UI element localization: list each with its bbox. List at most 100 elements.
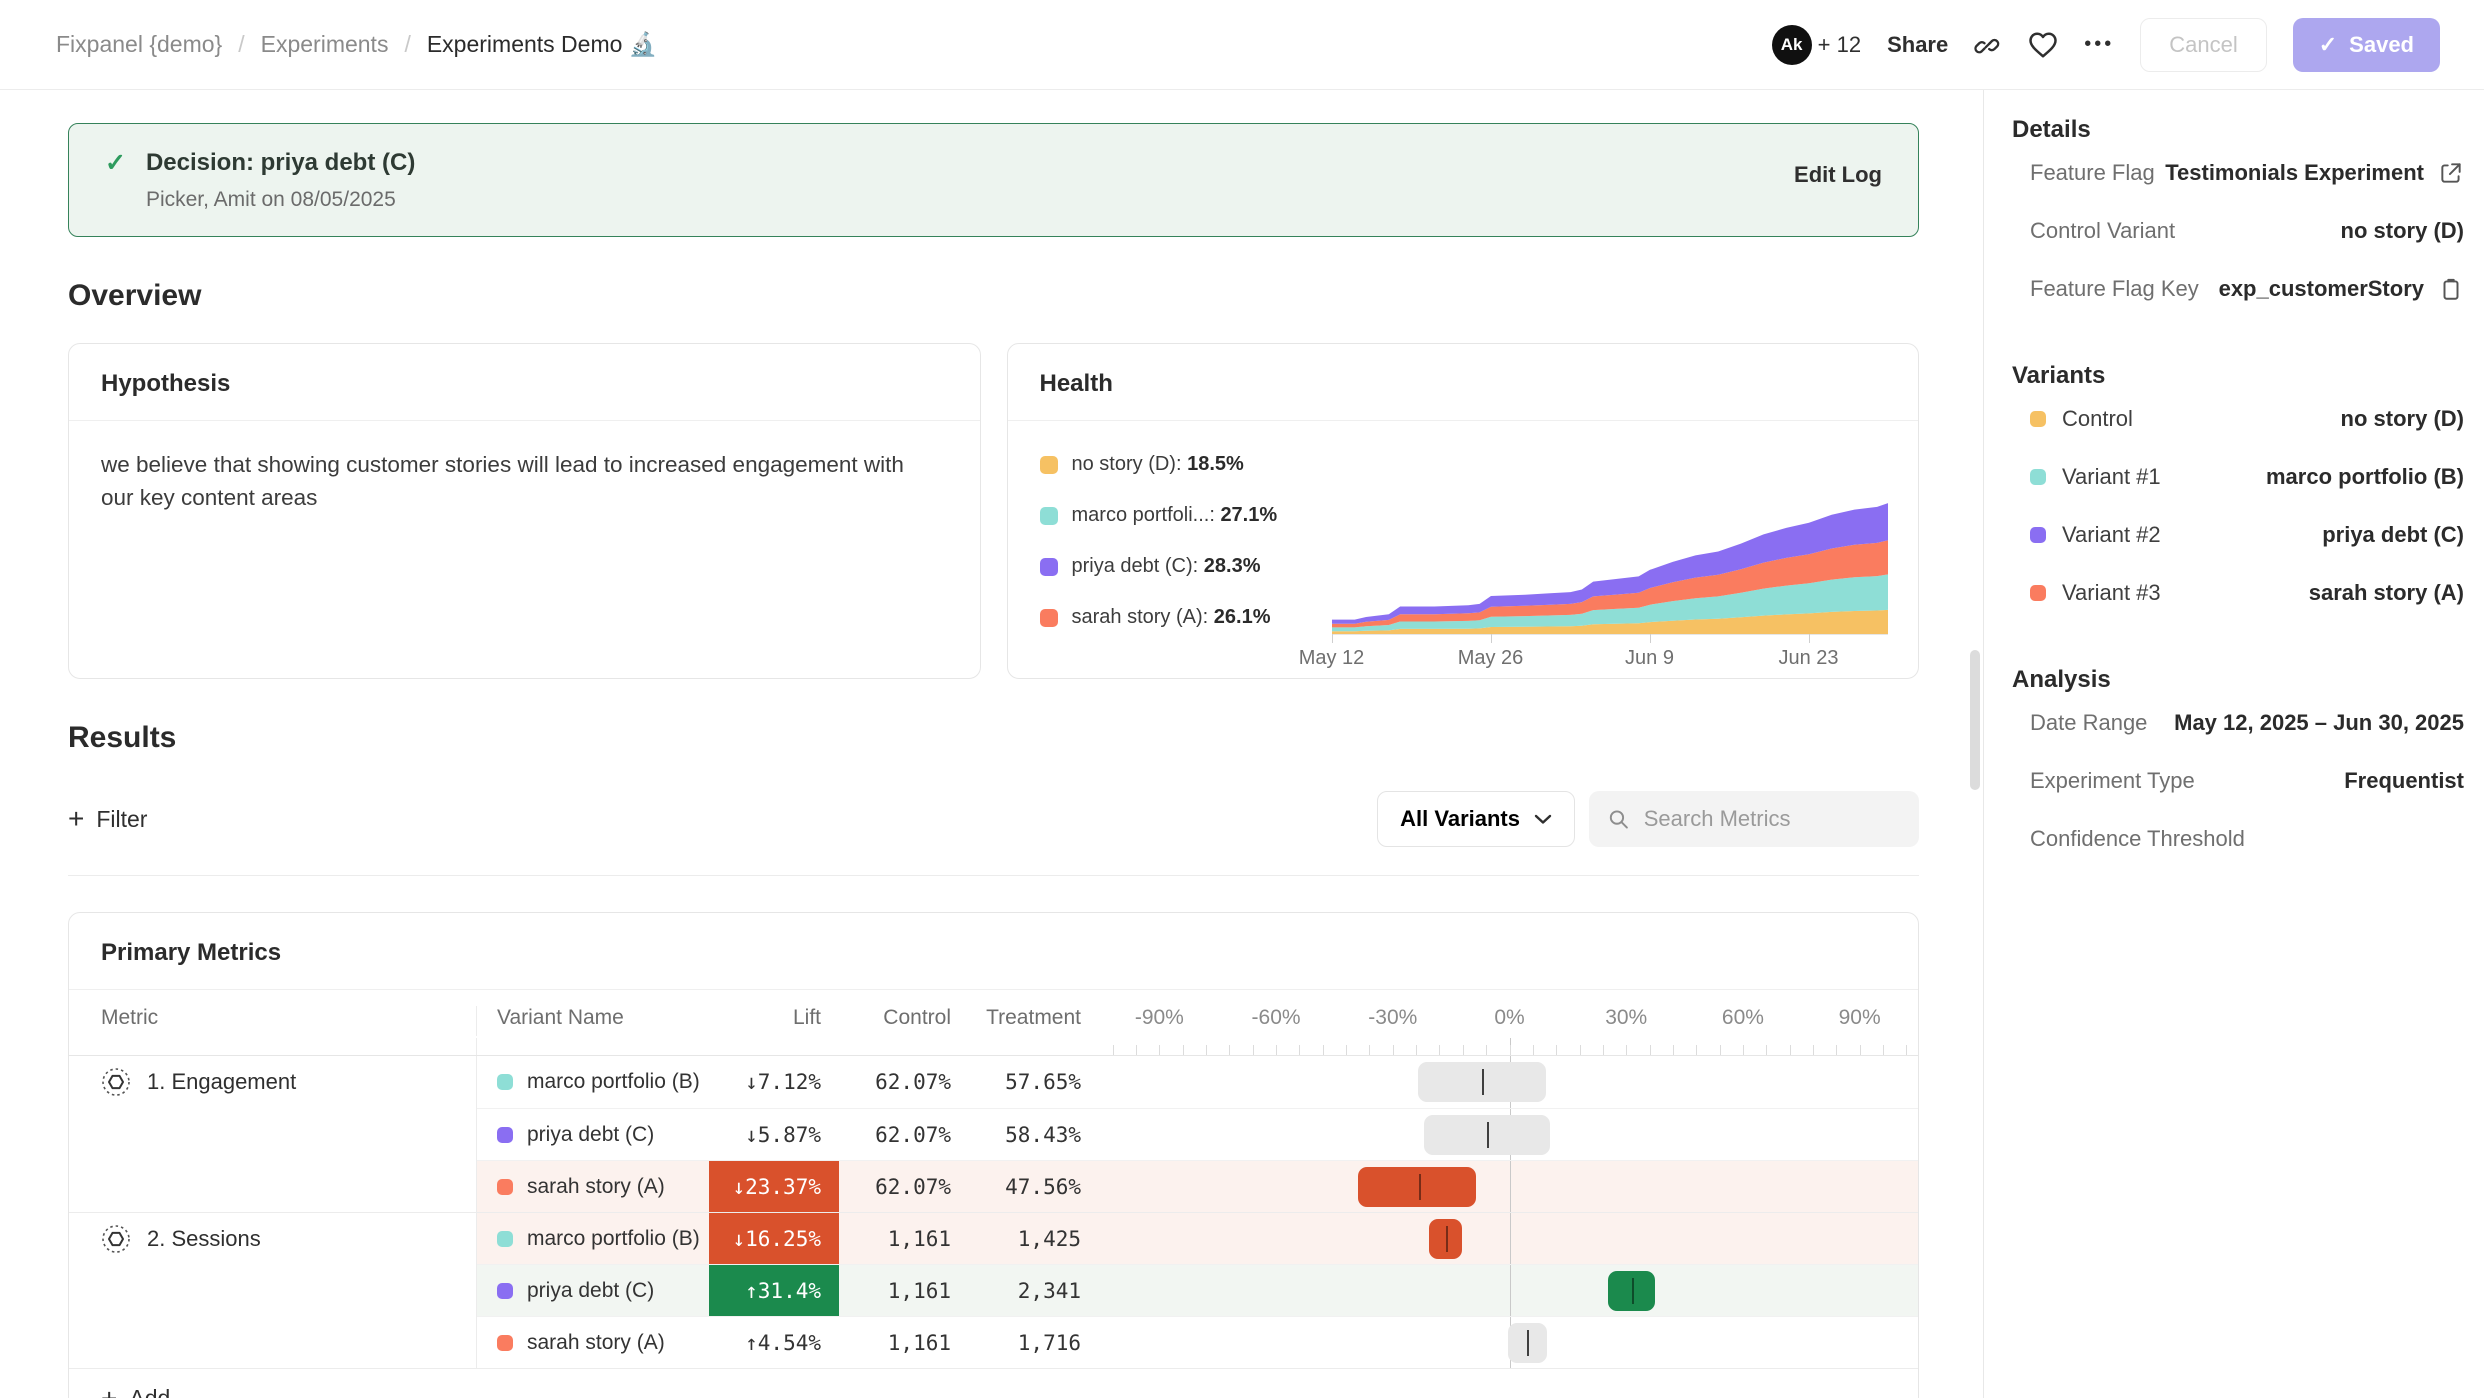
lift-cell: ↓7.12% [709,1056,839,1108]
treatment-value: 1,425 [1018,1227,1081,1251]
variant-color-dot [497,1231,513,1247]
legend-swatch [1040,507,1058,525]
legend-value: 28.3% [1204,555,1261,577]
favorite-heart-icon[interactable] [2028,31,2058,59]
variant-value-text: sarah story (A) [2309,580,2464,606]
detail-row: Feature FlagTestimonials Experiment [2012,144,2464,202]
lift-value: ↓23.37% [732,1175,821,1199]
decision-text: Decision: priya debt (C) Picker, Amit on… [146,148,1794,212]
analysis-row: Confidence Threshold [2012,810,2464,868]
variant-cell: sarah story (A) [477,1317,709,1368]
health-legend-item: no story (D): 18.5% [1040,453,1332,476]
metrics-row: 1. Engagementmarco portfolio (B)↓7.12%62… [69,1056,1918,1108]
scrollbar-thumb[interactable] [1970,650,1980,790]
avatar[interactable]: Ak [1772,25,1812,65]
ci-minor-tick [1253,1045,1254,1055]
variant-cell: priya debt (C) [477,1109,709,1160]
lift-value: ↑31.4% [745,1279,821,1303]
row-cells: priya debt (C)↓5.87%62.07%58.43% [477,1108,1918,1160]
variant-name: sarah story (A) [527,1175,665,1199]
ci-minor-tick [1136,1045,1137,1055]
metrics-header-row: MetricVariant NameLiftControlTreatment-9… [69,990,1918,1038]
filter-label: Filter [96,806,147,833]
variants-dropdown[interactable]: All Variants [1377,791,1575,847]
ci-minor-tick [1510,1045,1511,1055]
decision-check-icon: ✓ [105,148,126,178]
ci-minor-tick [1766,1045,1767,1055]
ci-interval-bar [1358,1167,1477,1207]
col-metric: Metric [69,1006,477,1036]
ci-axis-label: 30% [1605,1006,1647,1030]
treatment-cell: 47.56% [959,1161,1089,1212]
external-link-icon[interactable] [2438,160,2464,186]
edit-log-button[interactable]: Edit Log [1794,162,1882,188]
col-treatment: Treatment [959,1006,1089,1036]
detail-value: Testimonials Experiment [2165,160,2464,186]
add-filter-button[interactable]: + Filter [68,806,147,833]
health-legend-item: marco portfoli...: 27.1% [1040,504,1332,527]
treatment-value: 58.43% [1005,1123,1081,1147]
variant-row: Variant #3sarah story (A) [2012,564,2464,622]
ci-minor-tick [1486,1045,1487,1055]
copy-icon[interactable] [2438,276,2464,302]
variant-cell: marco portfolio (B) [477,1056,709,1108]
metric-cell: 1. Engagement [69,1056,477,1108]
variants-title: Variants [2012,348,2464,390]
ci-minor-tick [1206,1045,1207,1055]
row-cells: sarah story (A)↓23.37%62.07%47.56% [477,1160,1918,1212]
cancel-button[interactable]: Cancel [2140,18,2266,72]
saved-button[interactable]: ✓ Saved [2293,18,2440,72]
lift-cell: ↓5.87% [709,1109,839,1160]
health-axis-label: Jun 9 [1625,647,1674,670]
legend-value: 18.5% [1187,453,1244,475]
overview-heading: Overview [68,279,1919,313]
ci-minor-tick [1743,1045,1744,1055]
control-cell: 62.07% [839,1056,959,1108]
ci-minor-tick [1416,1045,1417,1055]
metric-cell [69,1316,477,1368]
topbar: Fixpanel {demo} / Experiments / Experime… [0,0,2484,90]
analysis-label-text: Experiment Type [2030,768,2195,794]
search-metrics-input[interactable] [1644,806,1901,832]
ci-minor-tick [1673,1045,1674,1055]
health-axis-label: Jun 23 [1778,647,1838,670]
metrics-row: priya debt (C)↑31.4%1,1612,341 [69,1264,1918,1316]
ci-minor-tick [1883,1045,1884,1055]
ci-minor-tick [1813,1045,1814,1055]
more-menu-icon[interactable]: ••• [2084,33,2114,56]
legend-swatch [1040,609,1058,627]
variants-dropdown-label: All Variants [1400,806,1520,832]
add-label: Add [129,1385,170,1398]
ci-minor-tick [1650,1045,1651,1055]
ci-minor-tick [1790,1045,1791,1055]
ci-minor-tick [1393,1045,1394,1055]
breadcrumb-experiments[interactable]: Experiments [261,31,389,58]
ci-axis-label: -90% [1135,1006,1184,1030]
ci-minor-tick [1603,1045,1604,1055]
ci-minor-tick [1626,1045,1627,1055]
ci-plot-cell [1101,1317,1918,1368]
detail-label: Control Variant [2030,218,2175,244]
treatment-value: 2,341 [1018,1279,1081,1303]
add-metric-button[interactable]: + Add [101,1385,1918,1398]
analysis-label-text: Date Range [2030,710,2147,736]
breadcrumb: Fixpanel {demo} / Experiments / Experime… [56,31,657,58]
variant-value: marco portfolio (B) [2266,464,2464,490]
ci-minor-tick [1696,1045,1697,1055]
detail-label: Feature Flag Key [2030,276,2199,302]
lift-cell: ↓23.37% [709,1161,839,1212]
hypothesis-card: Hypothesis we believe that showing custo… [68,343,981,679]
variant-cell: priya debt (C) [477,1265,709,1316]
health-legend-item: sarah story (A): 26.1% [1040,606,1332,629]
col-control: Control [839,1006,959,1036]
detail-label-text: Control Variant [2030,218,2175,244]
breadcrumb-project[interactable]: Fixpanel {demo} [56,31,222,58]
share-button[interactable]: Share [1887,32,1948,58]
detail-row: Control Variantno story (D) [2012,202,2464,260]
health-chart: May 12May 26Jun 9Jun 23 [1332,445,1889,675]
variant-cell: marco portfolio (B) [477,1213,709,1264]
ci-plot-cell [1101,1213,1918,1264]
copy-link-icon[interactable] [1974,31,2002,59]
collaborators[interactable]: Ak + 12 [1772,25,1861,65]
ci-plot-cell [1101,1109,1918,1160]
